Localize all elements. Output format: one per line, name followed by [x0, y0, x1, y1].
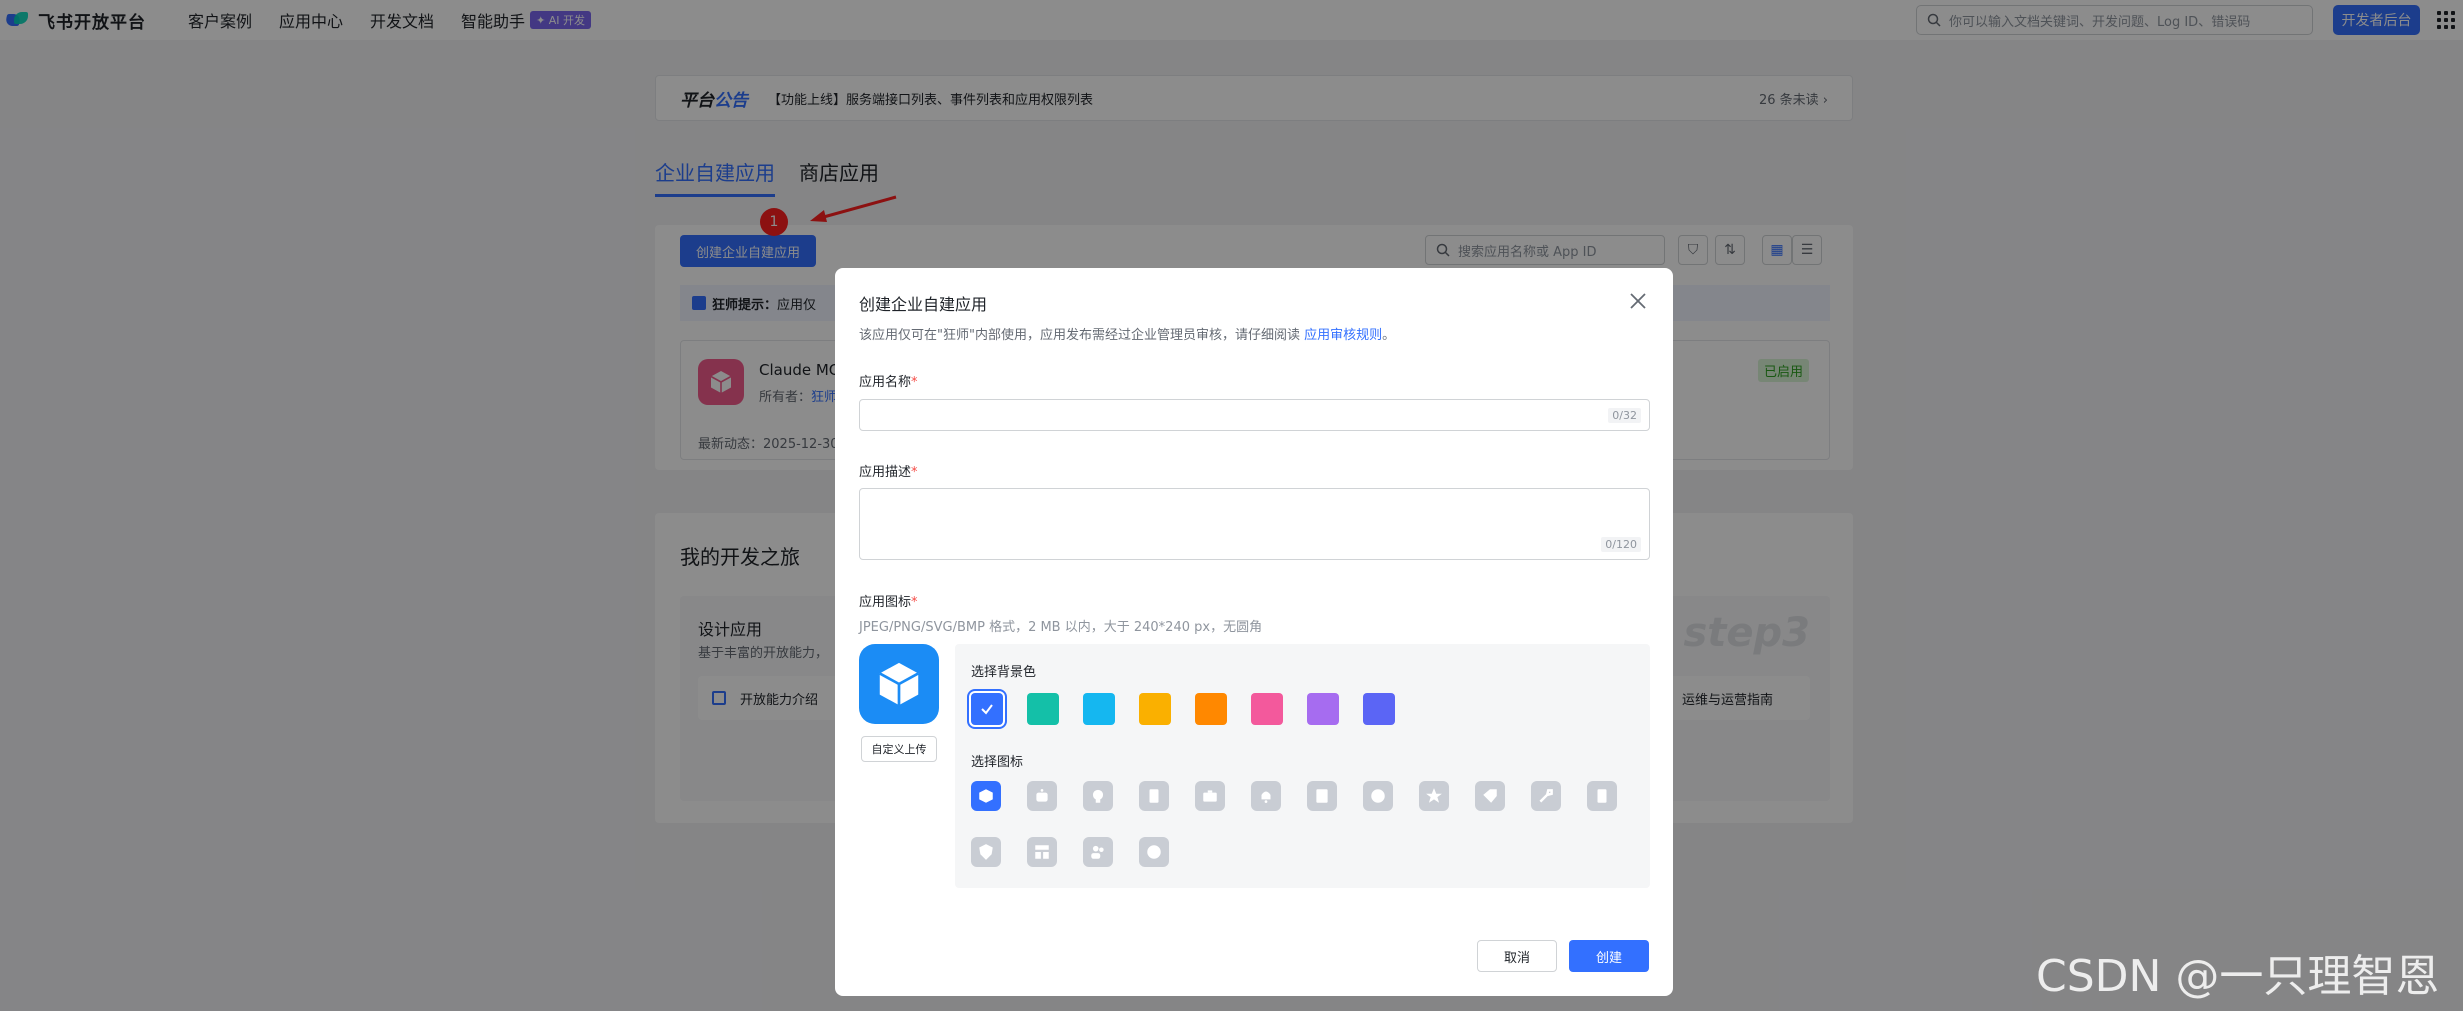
robot-icon[interactable]	[1027, 781, 1057, 811]
app-name-label: 应用名称*	[859, 375, 918, 390]
bg-color-swatch[interactable]	[971, 693, 1003, 725]
bg-color-swatch[interactable]	[1251, 693, 1283, 725]
check-icon	[981, 704, 993, 715]
icon-preview	[859, 644, 939, 724]
wrench-icon[interactable]	[1531, 781, 1561, 811]
bg-color-swatch[interactable]	[1027, 693, 1059, 725]
name-char-count: 0/32	[1608, 408, 1641, 423]
star-icon[interactable]	[1419, 781, 1449, 811]
bg-color-swatch[interactable]	[1307, 693, 1339, 725]
people-icon[interactable]	[1083, 837, 1113, 867]
pie-icon[interactable]	[1363, 781, 1393, 811]
app-desc-textarea[interactable]: 0/120	[859, 488, 1650, 560]
bell-icon[interactable]	[1251, 781, 1281, 811]
layout-icon[interactable]	[1027, 837, 1057, 867]
watermark: CSDN @一只理智恩	[2036, 951, 2440, 1002]
bg-color-swatch[interactable]	[1195, 693, 1227, 725]
checklist-icon[interactable]	[1307, 781, 1337, 811]
app-name-input[interactable]: 0/32	[859, 399, 1650, 431]
icon-picker-panel: 选择背景色 选择图标	[955, 644, 1650, 888]
shield-icon[interactable]	[971, 837, 1001, 867]
review-rules-link[interactable]: 应用审核规则	[1304, 328, 1382, 343]
dialog-title: 创建企业自建应用	[859, 295, 988, 314]
icon-format-hint: JPEG/PNG/SVG/BMP 格式，2 MB 以内，大于 240*240 p…	[859, 620, 1263, 635]
cancel-button[interactable]: 取消	[1477, 940, 1557, 972]
bg-color-swatch[interactable]	[1363, 693, 1395, 725]
bg-color-swatch[interactable]	[1139, 693, 1171, 725]
code-icon[interactable]	[1139, 837, 1169, 867]
document-icon[interactable]	[1139, 781, 1169, 811]
bg-color-swatch[interactable]	[1083, 693, 1115, 725]
bulb-icon[interactable]	[1083, 781, 1113, 811]
cube-icon	[879, 662, 919, 706]
dialog-subtitle: 该应用仅可在"狂师"内部使用，应用发布需经过企业管理员审核，请仔细阅读 应用审核…	[859, 328, 1396, 343]
custom-upload-button[interactable]: 自定义上传	[861, 736, 937, 762]
file-icon[interactable]	[1587, 781, 1617, 811]
icon-choice-label: 选择图标	[971, 755, 1024, 770]
create-app-dialog: 创建企业自建应用 该应用仅可在"狂师"内部使用，应用发布需经过企业管理员审核，请…	[835, 268, 1673, 996]
tag-icon[interactable]	[1475, 781, 1505, 811]
close-icon[interactable]	[1629, 292, 1647, 310]
cube-icon[interactable]	[971, 781, 1001, 811]
briefcase-icon[interactable]	[1195, 781, 1225, 811]
bg-color-label: 选择背景色	[971, 665, 1037, 680]
desc-char-count: 0/120	[1601, 537, 1641, 552]
app-icon-label: 应用图标*	[859, 595, 918, 610]
app-desc-label: 应用描述*	[859, 465, 918, 480]
create-button[interactable]: 创建	[1569, 940, 1649, 972]
